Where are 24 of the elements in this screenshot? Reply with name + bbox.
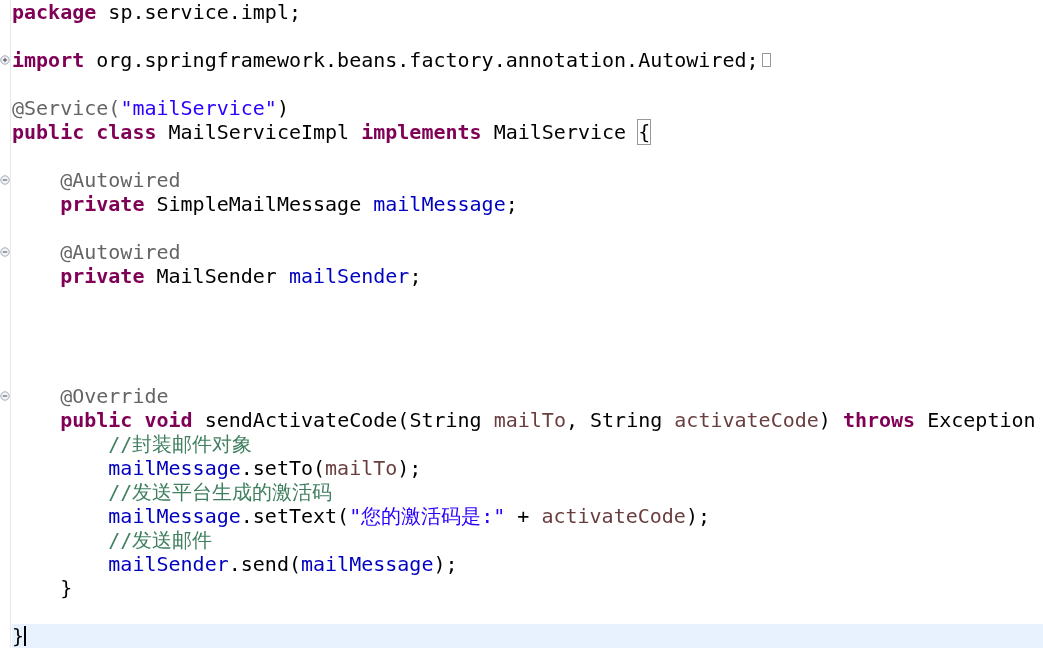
code-line: mailSender.send(mailMessage); xyxy=(107,552,458,576)
code-line: @Autowired xyxy=(59,240,181,264)
code-line: private MailSender mailSender; xyxy=(59,264,422,288)
code-line: //封装邮件对象 xyxy=(107,432,253,456)
code-line: package sp.service.impl; xyxy=(12,0,301,24)
code-line: mailMessage.setTo(mailTo); xyxy=(107,456,422,480)
code-line: @Autowired xyxy=(59,168,181,192)
code-line: @Override xyxy=(59,384,169,408)
code-line: import org.springframework.beans.factory.annotation.Autowired; xyxy=(12,48,759,72)
code-editor[interactable] xyxy=(0,0,1043,648)
code-line: public void sendActivateCode(String mailTo, String activateCode) throws Exception xyxy=(59,408,1036,432)
folded-code-marker[interactable] xyxy=(761,53,771,67)
code-line: public class MailServiceImpl implements MailService { xyxy=(12,120,651,144)
code-line: } xyxy=(59,576,73,600)
collapse-icon[interactable] xyxy=(0,391,10,401)
code-line: } xyxy=(12,624,27,648)
collapse-icon[interactable] xyxy=(0,175,10,185)
collapse-icon[interactable] xyxy=(0,247,10,257)
code-line: mailMessage.setText("您的激活码是:" + activateCode); xyxy=(107,504,710,528)
code-line: private SimpleMailMessage mailMessage; xyxy=(59,192,518,216)
code-line: @Service("mailService") xyxy=(12,96,289,120)
code-line: //发送平台生成的激活码 xyxy=(107,480,333,504)
code-line: //发送邮件 xyxy=(107,528,213,552)
expand-icon[interactable] xyxy=(0,55,10,65)
